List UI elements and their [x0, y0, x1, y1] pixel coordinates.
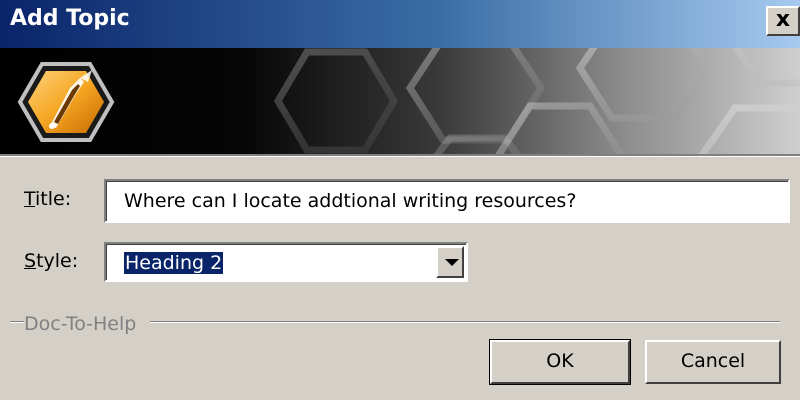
title-input-value: Where can I locate addtional writing res… — [124, 190, 577, 212]
cancel-button[interactable]: Cancel — [645, 340, 781, 384]
style-label-text: tyle: — [36, 250, 79, 272]
style-label: Style: — [24, 250, 78, 272]
add-topic-dialog: Add Topic x Title: Where can I locate ad… — [0, 0, 800, 400]
title-label: Title: — [24, 188, 71, 210]
group-divider — [150, 321, 780, 323]
banner-divider — [0, 154, 800, 157]
title-label-hotkey: T — [24, 188, 36, 210]
hexagon-pattern — [17, 48, 800, 154]
style-dropdown[interactable]: Heading 2 — [104, 242, 468, 282]
doc-to-help-group-label: Doc-To-Help — [24, 313, 143, 335]
title-label-text: itle: — [35, 188, 72, 210]
style-dropdown-button[interactable] — [436, 246, 464, 278]
dialog-title: Add Topic — [10, 6, 130, 31]
title-input[interactable]: Where can I locate addtional writing res… — [104, 179, 790, 223]
title-bar[interactable]: Add Topic x — [0, 0, 800, 48]
close-button[interactable]: x — [766, 6, 800, 36]
chevron-down-icon — [445, 259, 459, 266]
header-banner — [0, 48, 800, 154]
group-divider-left — [10, 321, 24, 323]
pen-nib-hexagon-icon — [17, 62, 115, 142]
style-selected-value: Heading 2 — [124, 252, 224, 274]
style-label-hotkey: S — [24, 250, 37, 272]
ok-button[interactable]: OK — [489, 339, 631, 385]
close-icon: x — [775, 7, 791, 32]
